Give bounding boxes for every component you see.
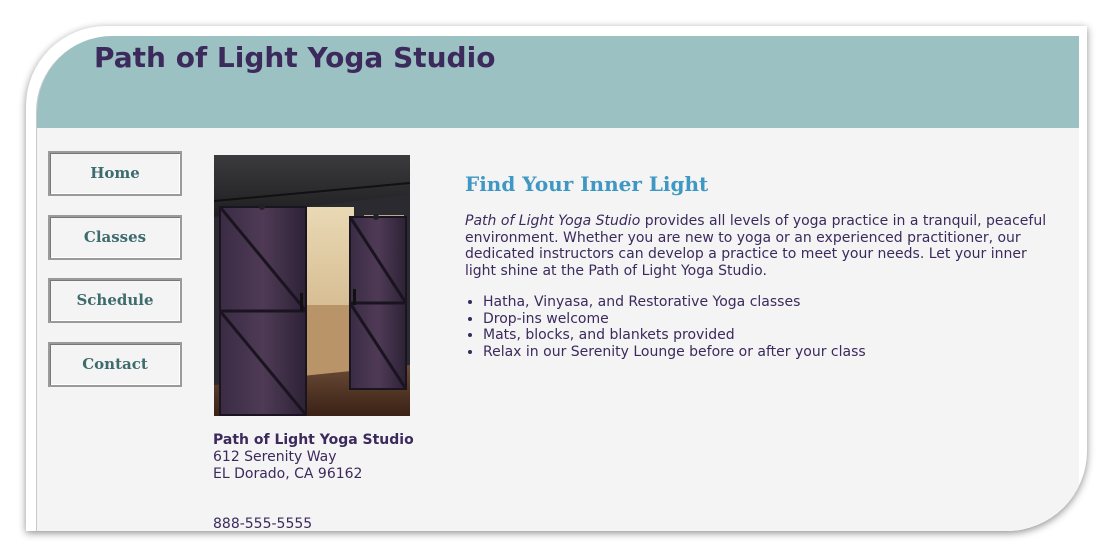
address-name: Path of Light Yoga Studio bbox=[213, 432, 414, 448]
site-header: Path of Light Yoga Studio bbox=[37, 36, 1079, 128]
nav-contact-button[interactable]: Contact bbox=[48, 341, 182, 387]
nav-schedule-button[interactable]: Schedule bbox=[48, 278, 182, 323]
main-content: Find Your Inner Light Path of Light Yoga… bbox=[465, 172, 1060, 361]
intro-paragraph: Path of Light Yoga Studio provides all l… bbox=[465, 213, 1060, 279]
studio-address: Path of Light Yoga Studio 612 Serenity W… bbox=[213, 432, 414, 483]
page-frame: Path of Light Yoga Studio Home Classes S… bbox=[26, 26, 1087, 531]
page: Path of Light Yoga Studio Home Classes S… bbox=[36, 36, 1079, 531]
main-nav: Home Classes Schedule Contact bbox=[48, 151, 188, 405]
features-list: Hatha, Vinyasa, and Restorative Yoga cla… bbox=[465, 294, 1060, 361]
nav-home-button[interactable]: Home bbox=[48, 151, 182, 196]
site-title: Path of Light Yoga Studio bbox=[94, 41, 496, 74]
studio-photo bbox=[214, 155, 410, 416]
nav-classes-button[interactable]: Classes bbox=[48, 214, 182, 260]
list-item: Relax in our Serenity Lounge before or a… bbox=[483, 344, 1060, 361]
list-item: Hatha, Vinyasa, and Restorative Yoga cla… bbox=[483, 294, 1060, 311]
address-street: 612 Serenity Way bbox=[213, 449, 337, 465]
list-item: Drop-ins welcome bbox=[483, 311, 1060, 328]
intro-studio-name: Path of Light Yoga Studio bbox=[465, 213, 641, 229]
studio-phone: 888-555-5555 bbox=[213, 516, 313, 531]
list-item: Mats, blocks, and blankets provided bbox=[483, 327, 1060, 344]
main-heading: Find Your Inner Light bbox=[465, 172, 709, 196]
address-city: EL Dorado, CA 96162 bbox=[213, 466, 363, 482]
